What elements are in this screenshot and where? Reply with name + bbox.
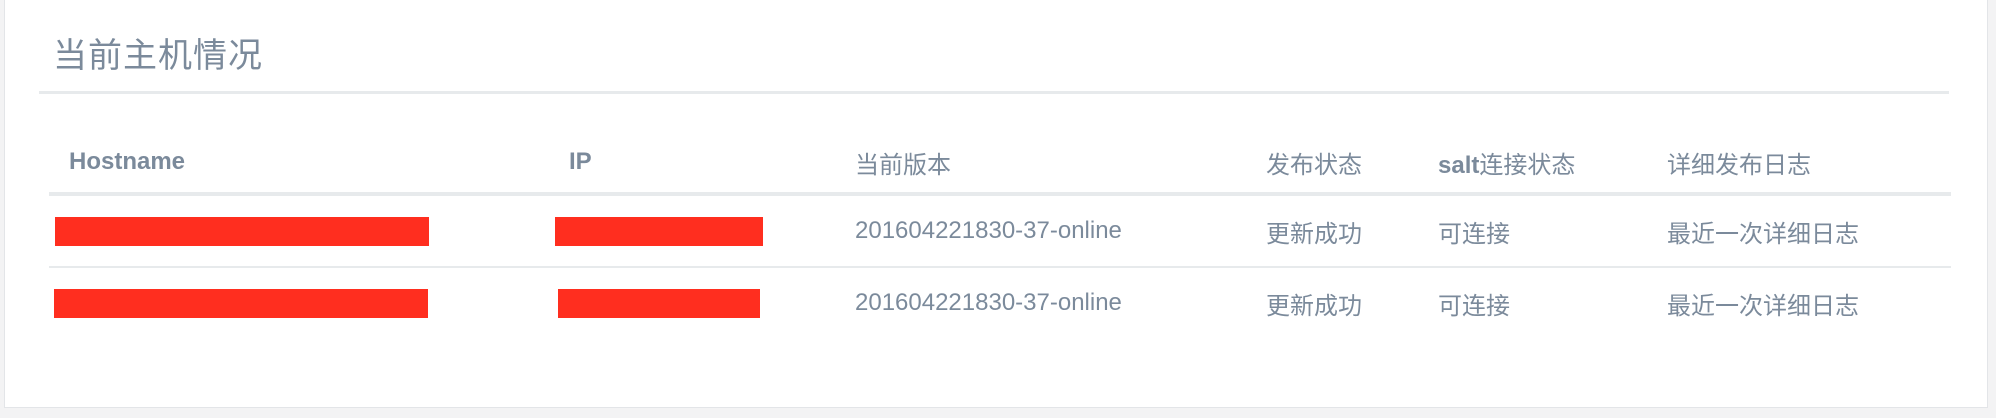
cell-ip <box>549 194 835 268</box>
table-body: 201604221830-37-online 更新成功 可连接 最近一次详细日志… <box>49 194 1951 338</box>
column-header-hostname: Hostname <box>49 132 549 196</box>
cell-salt-status: 可连接 <box>1438 292 1510 320</box>
redacted-hostname <box>55 216 429 246</box>
cell-salt-status: 可连接 <box>1418 194 1647 268</box>
table-header: Hostname IP 当前版本 发布状态 salt连接状态 详细发布日志 <box>49 132 1951 196</box>
panel-header: 当前主机情况 <box>39 0 1949 94</box>
host-table-wrapper: Hostname IP 当前版本 发布状态 salt连接状态 详细发布日志 20… <box>49 132 1951 338</box>
redacted-ip <box>555 216 763 246</box>
host-table: Hostname IP 当前版本 发布状态 salt连接状态 详细发布日志 20… <box>49 132 1951 338</box>
cell-version: 201604221830-37-online <box>855 289 1122 316</box>
column-header-version: 当前版本 <box>835 132 1246 196</box>
cell-ip <box>549 267 835 338</box>
cell-publish-status: 更新成功 <box>1266 292 1362 320</box>
column-header-salt-suffix: 连接状态 <box>1479 151 1576 179</box>
host-status-panel: 当前主机情况 Hostname IP 当前版本 发布状态 salt连接状态 详细… <box>4 0 1988 408</box>
cell-version: 201604221830-37-online <box>835 194 1246 268</box>
table-row: 201604221830-37-online 更新成功 可连接 最近一次详细日志 <box>49 194 1951 268</box>
redacted-hostname <box>54 288 428 318</box>
column-header-ip: IP <box>549 132 835 196</box>
log-link[interactable]: 最近一次详细日志 <box>1667 221 1859 248</box>
panel-title: 当前主机情况 <box>53 37 263 75</box>
column-header-salt-prefix: salt <box>1438 151 1480 179</box>
cell-log: 最近一次详细日志 <box>1647 194 1951 268</box>
redacted-ip <box>558 288 760 318</box>
table-header-row: Hostname IP 当前版本 发布状态 salt连接状态 详细发布日志 <box>49 132 1951 196</box>
table-row: 201604221830-37-online 更新成功 可连接 最近一次详细日志 <box>49 267 1951 338</box>
cell-hostname <box>49 267 549 338</box>
cell-publish-status: 更新成功 <box>1246 194 1418 268</box>
column-header-log: 详细发布日志 <box>1647 132 1951 196</box>
log-link[interactable]: 最近一次详细日志 <box>1667 293 1859 320</box>
cell-hostname <box>49 194 549 268</box>
column-header-salt-status: salt连接状态 <box>1418 132 1647 196</box>
cell-log: 最近一次详细日志 <box>1647 267 1951 338</box>
column-header-publish-status: 发布状态 <box>1246 132 1418 196</box>
